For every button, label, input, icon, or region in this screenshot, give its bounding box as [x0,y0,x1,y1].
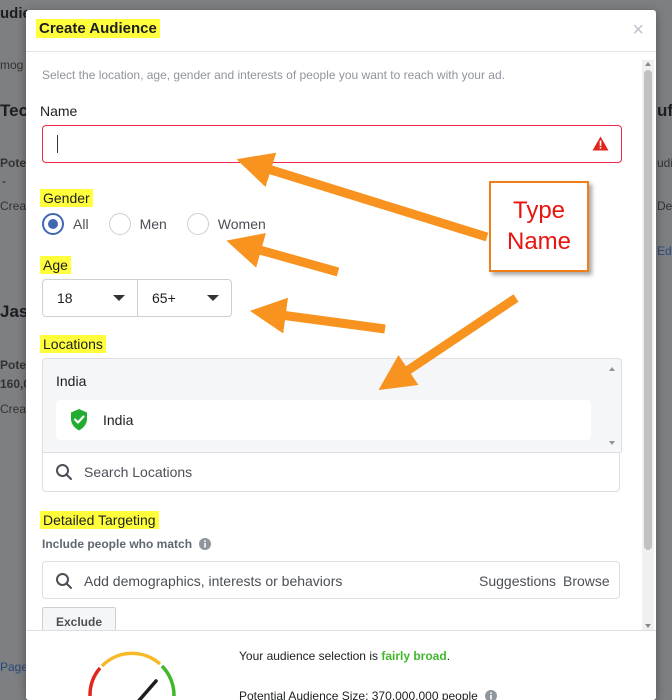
location-check-icon [71,409,87,431]
bg-fragment: Tec [0,101,29,120]
targeting-search-placeholder: Add demographics, interests or behaviors [84,573,343,589]
gender-option-women[interactable]: Women [186,213,266,235]
info-icon[interactable] [199,538,212,550]
selected-location-chip[interactable]: India [56,400,591,440]
age-max-value: 65+ [152,290,176,306]
gender-label: Gender [40,189,93,207]
scroll-up-icon[interactable] [645,62,651,66]
text-caret [57,135,58,153]
suggestions-link[interactable]: Suggestions [479,573,556,589]
scrollbar-thumb[interactable] [644,70,652,550]
dialog-title: Create Audience [36,19,160,38]
bg-fragment: Jas [0,302,29,321]
gender-option-all[interactable]: All [42,213,89,235]
bg-fragment: Ed [657,244,672,258]
chevron-down-icon [207,295,219,301]
locations-label: Locations [40,335,106,353]
dialog-subtitle: Select the location, age, gender and int… [42,68,505,82]
name-input[interactable] [42,125,622,163]
radio-label: Women [217,216,266,232]
radio-button-checked[interactable] [42,213,64,235]
close-icon: × [632,19,644,41]
radio-label: Men [139,216,167,232]
name-label: Name [40,103,78,119]
age-min-value: 18 [57,290,73,306]
audience-breadth-text: Your audience selection is fairly broad. [239,649,451,663]
audience-gauge-icon [88,651,176,700]
bg-fragment: Pote [0,156,27,170]
age-min-select[interactable]: 18 [43,280,137,316]
location-search-input[interactable]: Search Locations [42,452,620,492]
include-label: Include people who match [42,537,212,551]
browse-link[interactable]: Browse [563,573,610,589]
callout-line: Type [512,197,566,224]
selected-location-name: India [103,412,134,428]
bg-fragment: Dec [657,199,672,213]
create-audience-dialog: Create Audience × Select the location, a… [26,10,656,700]
bg-fragment: - [2,174,6,188]
radio-label: All [73,216,89,232]
search-icon [56,464,72,480]
close-button[interactable]: × [632,20,644,40]
audience-size-text: Potential Audience Size: 370,000,000 peo… [239,689,498,700]
callout-line: Name [506,228,572,255]
bg-fragment: Pote [0,358,27,372]
bg-fragment: Crea [0,199,27,213]
age-label: Age [40,256,71,274]
chevron-down-icon [113,295,125,301]
scroll-down-icon[interactable] [609,441,615,445]
gender-radio-group: All Men Women [42,213,280,235]
type-name-callout: Type Name [489,181,589,272]
detailed-targeting-label: Detailed Targeting [40,511,159,529]
location-search-placeholder: Search Locations [84,464,193,480]
location-country-heading: India [56,373,87,389]
scroll-down-icon[interactable] [645,624,651,628]
bg-fragment: Page [0,660,29,674]
gender-option-men[interactable]: Men [108,213,167,235]
warning-triangle-icon [592,136,609,151]
bg-fragment: uf [657,101,672,120]
bg-fragment: udi [657,156,672,170]
info-icon[interactable] [485,690,498,700]
age-max-select[interactable]: 65+ [137,280,231,316]
audience-summary: Your audience selection is fairly broad.… [26,630,656,700]
dialog-scrollbar[interactable] [642,60,654,630]
search-icon [56,573,72,589]
bg-fragment: mog [0,58,24,72]
header-divider [26,51,656,52]
breadth-value: fairly broad [381,649,447,663]
bg-fragment: Crea [0,402,27,416]
targeting-search-input[interactable]: Add demographics, interests or behaviors… [42,561,620,599]
locations-panel: India India [42,358,622,453]
radio-button[interactable] [186,213,209,235]
age-range: 18 65+ [42,279,232,317]
radio-button[interactable] [108,213,131,235]
scroll-up-icon[interactable] [609,367,615,371]
